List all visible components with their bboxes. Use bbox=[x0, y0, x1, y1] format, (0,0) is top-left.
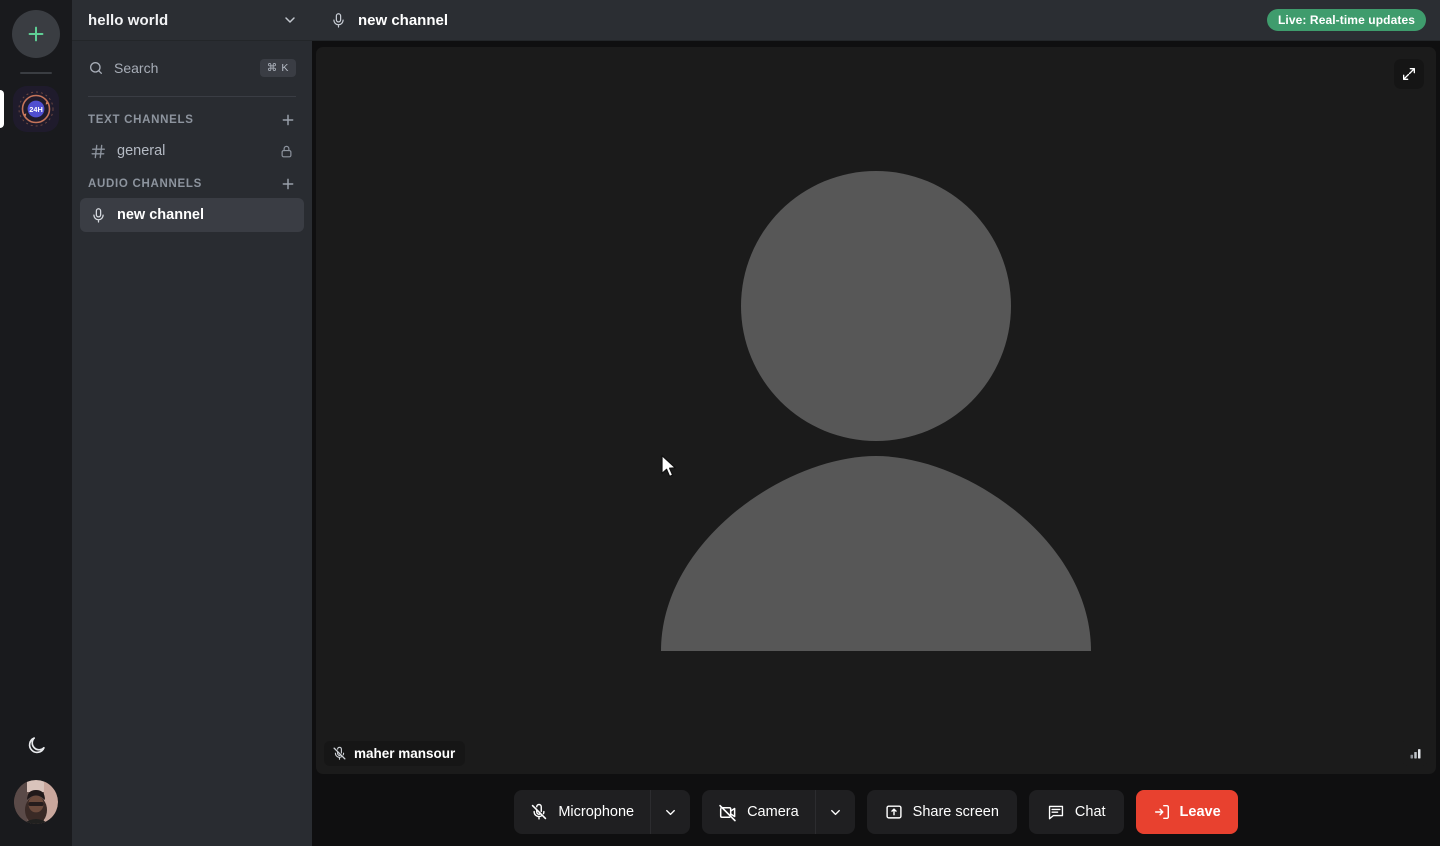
main-content: new channel Live: Real-time updates mahe… bbox=[312, 0, 1440, 846]
plus-icon bbox=[282, 178, 294, 190]
search-icon bbox=[90, 61, 102, 74]
share-screen-button[interactable]: Share screen bbox=[866, 790, 1017, 834]
chevron-down-icon bbox=[285, 17, 295, 23]
plus-icon bbox=[28, 26, 44, 42]
topbar-left: new channel bbox=[330, 12, 448, 29]
camera-label: Camera bbox=[747, 804, 799, 820]
group-title: TEXT CHANNELS bbox=[88, 114, 194, 126]
plus-icon bbox=[282, 114, 294, 126]
microphone-options-button[interactable] bbox=[650, 790, 690, 834]
chevron-down-icon bbox=[666, 809, 675, 815]
server-slot: 24H bbox=[0, 86, 72, 132]
sidebar-divider bbox=[88, 96, 296, 97]
moon-icon bbox=[28, 736, 45, 753]
share-screen-icon bbox=[885, 803, 903, 821]
microphone-muted-icon bbox=[332, 746, 347, 761]
add-audio-channel-button[interactable] bbox=[280, 176, 296, 192]
participant-name-tag: maher mansour bbox=[324, 741, 466, 766]
microphone-label: Microphone bbox=[558, 804, 635, 820]
chat-bubble-icon bbox=[1047, 803, 1065, 821]
group-header-text-channels[interactable]: TEXT CHANNELS bbox=[80, 106, 304, 134]
rail-divider bbox=[20, 72, 52, 74]
camera-off-icon bbox=[718, 803, 737, 822]
participant-placeholder-avatar bbox=[661, 170, 1091, 651]
active-server-indicator bbox=[0, 90, 4, 128]
voice-channel-app: 24H hello world Search ⌘ K TEXT CHANNELS… bbox=[0, 0, 1440, 846]
fullscreen-expand-icon bbox=[1403, 68, 1415, 80]
leave-label: Leave bbox=[1179, 804, 1221, 820]
chat-label: Chat bbox=[1074, 804, 1106, 820]
microphone-icon bbox=[90, 207, 107, 224]
channel-sidebar: hello world Search ⌘ K TEXT CHANNELS gen… bbox=[72, 0, 312, 846]
microphone-icon bbox=[330, 12, 347, 29]
share-screen-label: Share screen bbox=[912, 804, 999, 820]
user-avatar-button[interactable] bbox=[14, 780, 58, 824]
participant-name: maher mansour bbox=[354, 746, 456, 761]
leave-button[interactable]: Leave bbox=[1135, 790, 1238, 834]
participant-video-tile[interactable]: maher mansour bbox=[316, 47, 1436, 774]
fullscreen-button[interactable] bbox=[1394, 59, 1424, 89]
microphone-toggle-button[interactable]: Microphone bbox=[514, 790, 650, 834]
sidebar-item-general[interactable]: general bbox=[80, 134, 304, 168]
add-server-button[interactable] bbox=[12, 10, 60, 58]
rail-bottom-actions bbox=[14, 728, 58, 846]
svg-text:24H: 24H bbox=[29, 105, 43, 114]
camera-control: Camera bbox=[702, 790, 855, 834]
sidebar-item-new-channel[interactable]: new channel bbox=[80, 198, 304, 232]
sidebar-item-label: new channel bbox=[117, 207, 205, 223]
camera-toggle-button[interactable]: Camera bbox=[702, 790, 815, 834]
sidebar-item-label: general bbox=[117, 143, 166, 159]
group-title: AUDIO CHANNELS bbox=[88, 178, 202, 190]
microphone-control: Microphone bbox=[514, 790, 691, 834]
server-name: hello world bbox=[88, 11, 169, 29]
search-label: Search bbox=[114, 60, 159, 76]
video-stage: maher mansour bbox=[312, 41, 1440, 778]
theme-toggle-button[interactable] bbox=[19, 728, 53, 762]
connection-quality-button[interactable] bbox=[1402, 740, 1428, 766]
status-badge: Live: Real-time updates bbox=[1266, 9, 1426, 31]
signal-bars-icon bbox=[1410, 748, 1420, 758]
server-header-dropdown[interactable]: hello world bbox=[72, 0, 312, 41]
group-header-audio-channels[interactable]: AUDIO CHANNELS bbox=[80, 170, 304, 198]
server-icon-24h: 24H bbox=[13, 86, 59, 132]
page-title: new channel bbox=[358, 11, 449, 29]
search-shortcut-badge: ⌘ K bbox=[259, 59, 296, 77]
microphone-muted-icon bbox=[530, 803, 548, 821]
chat-button[interactable]: Chat bbox=[1028, 790, 1124, 834]
lock-icon bbox=[279, 144, 294, 159]
leave-arrow-icon bbox=[1153, 803, 1171, 821]
call-controls-bar: Microphone Camera Share screen Chat Leav… bbox=[312, 778, 1440, 846]
sidebar-body: Search ⌘ K TEXT CHANNELS general AUDIO C… bbox=[72, 41, 312, 846]
server-rail: 24H bbox=[0, 0, 72, 846]
search-input[interactable]: Search ⌘ K bbox=[80, 51, 304, 85]
add-text-channel-button[interactable] bbox=[280, 112, 296, 128]
hash-icon bbox=[90, 143, 107, 160]
channel-topbar: new channel Live: Real-time updates bbox=[312, 0, 1440, 41]
chevron-down-icon bbox=[830, 809, 840, 815]
camera-options-button[interactable] bbox=[814, 790, 855, 834]
sidebar-item-server-hello-world[interactable]: 24H bbox=[13, 86, 59, 132]
avatar bbox=[14, 780, 58, 824]
